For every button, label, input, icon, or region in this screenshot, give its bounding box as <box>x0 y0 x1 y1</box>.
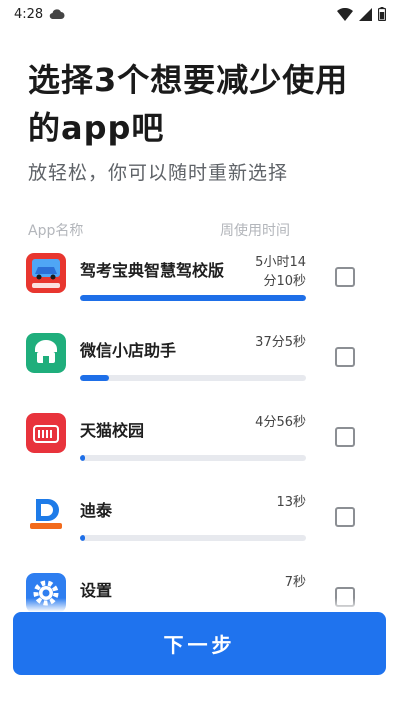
app-row-jiakao[interactable]: 驾考宝典智慧驾校版 5小时14 分10秒 <box>0 247 400 307</box>
status-bar: 4:28 <box>0 0 400 28</box>
app-usage-time: 5小时14 分10秒 <box>255 253 306 291</box>
wifi-icon <box>337 7 353 21</box>
app-name: 微信小店助手 <box>80 341 177 360</box>
app-name: 驾考宝典智慧驾校版 <box>80 261 225 280</box>
app-row-tmall-campus[interactable]: 天猫校园 4分56秒 <box>0 407 400 467</box>
cloud-icon <box>49 9 65 19</box>
app-name: 天猫校园 <box>80 421 145 440</box>
usage-bar-track <box>80 295 306 301</box>
car-icon <box>26 253 66 293</box>
app-row-weixin-shop[interactable]: 微信小店助手 37分5秒 <box>0 327 400 387</box>
select-checkbox[interactable] <box>335 347 355 367</box>
select-checkbox[interactable] <box>335 427 355 447</box>
app-usage-time: 4分56秒 <box>255 413 306 432</box>
usage-bar-track <box>80 455 306 461</box>
status-time: 4:28 <box>14 6 44 22</box>
select-checkbox[interactable] <box>335 507 355 527</box>
usage-bar-track <box>80 535 306 541</box>
usage-bar-track <box>80 375 306 381</box>
column-header-app-name: App名称 <box>28 223 84 239</box>
app-usage-time-line1: 5小时14 <box>255 255 306 270</box>
app-usage-time-line1: 37分5秒 <box>255 335 306 350</box>
app-row-ditai[interactable]: 迪泰 13秒 <box>0 487 400 547</box>
status-left: 4:28 <box>14 7 65 22</box>
battery-icon <box>378 7 386 21</box>
app-usage-time-line1: 13秒 <box>276 495 306 510</box>
app-usage-time-line1: 4分56秒 <box>255 415 306 430</box>
usage-bar-fill <box>80 295 306 301</box>
column-header-weekly-time: 周使用时间 <box>220 223 290 239</box>
tmall-icon <box>26 413 66 453</box>
signal-icon <box>359 7 372 21</box>
app-usage-time-line1: 7秒 <box>284 575 306 590</box>
select-checkbox[interactable] <box>335 267 355 287</box>
usage-bar-fill <box>80 455 85 461</box>
d-logo-icon <box>26 493 66 533</box>
next-step-button[interactable]: 下一步 <box>13 612 386 675</box>
status-right <box>337 7 386 21</box>
app-usage-time: 37分5秒 <box>255 333 306 352</box>
app-usage-time: 13秒 <box>276 493 306 512</box>
app-name: 迪泰 <box>80 501 113 520</box>
usage-bar-fill <box>80 375 110 381</box>
app-usage-time-line2: 分10秒 <box>263 274 306 289</box>
page-subtitle: 放轻松，你可以随时重新选择 <box>28 162 289 184</box>
page-title: 选择3个想要减少使用的app吧 <box>28 61 349 147</box>
shop-icon <box>26 333 66 373</box>
usage-bar-fill <box>80 535 85 541</box>
list-bottom-fade <box>0 598 400 612</box>
app-usage-time: 7秒 <box>285 573 306 592</box>
